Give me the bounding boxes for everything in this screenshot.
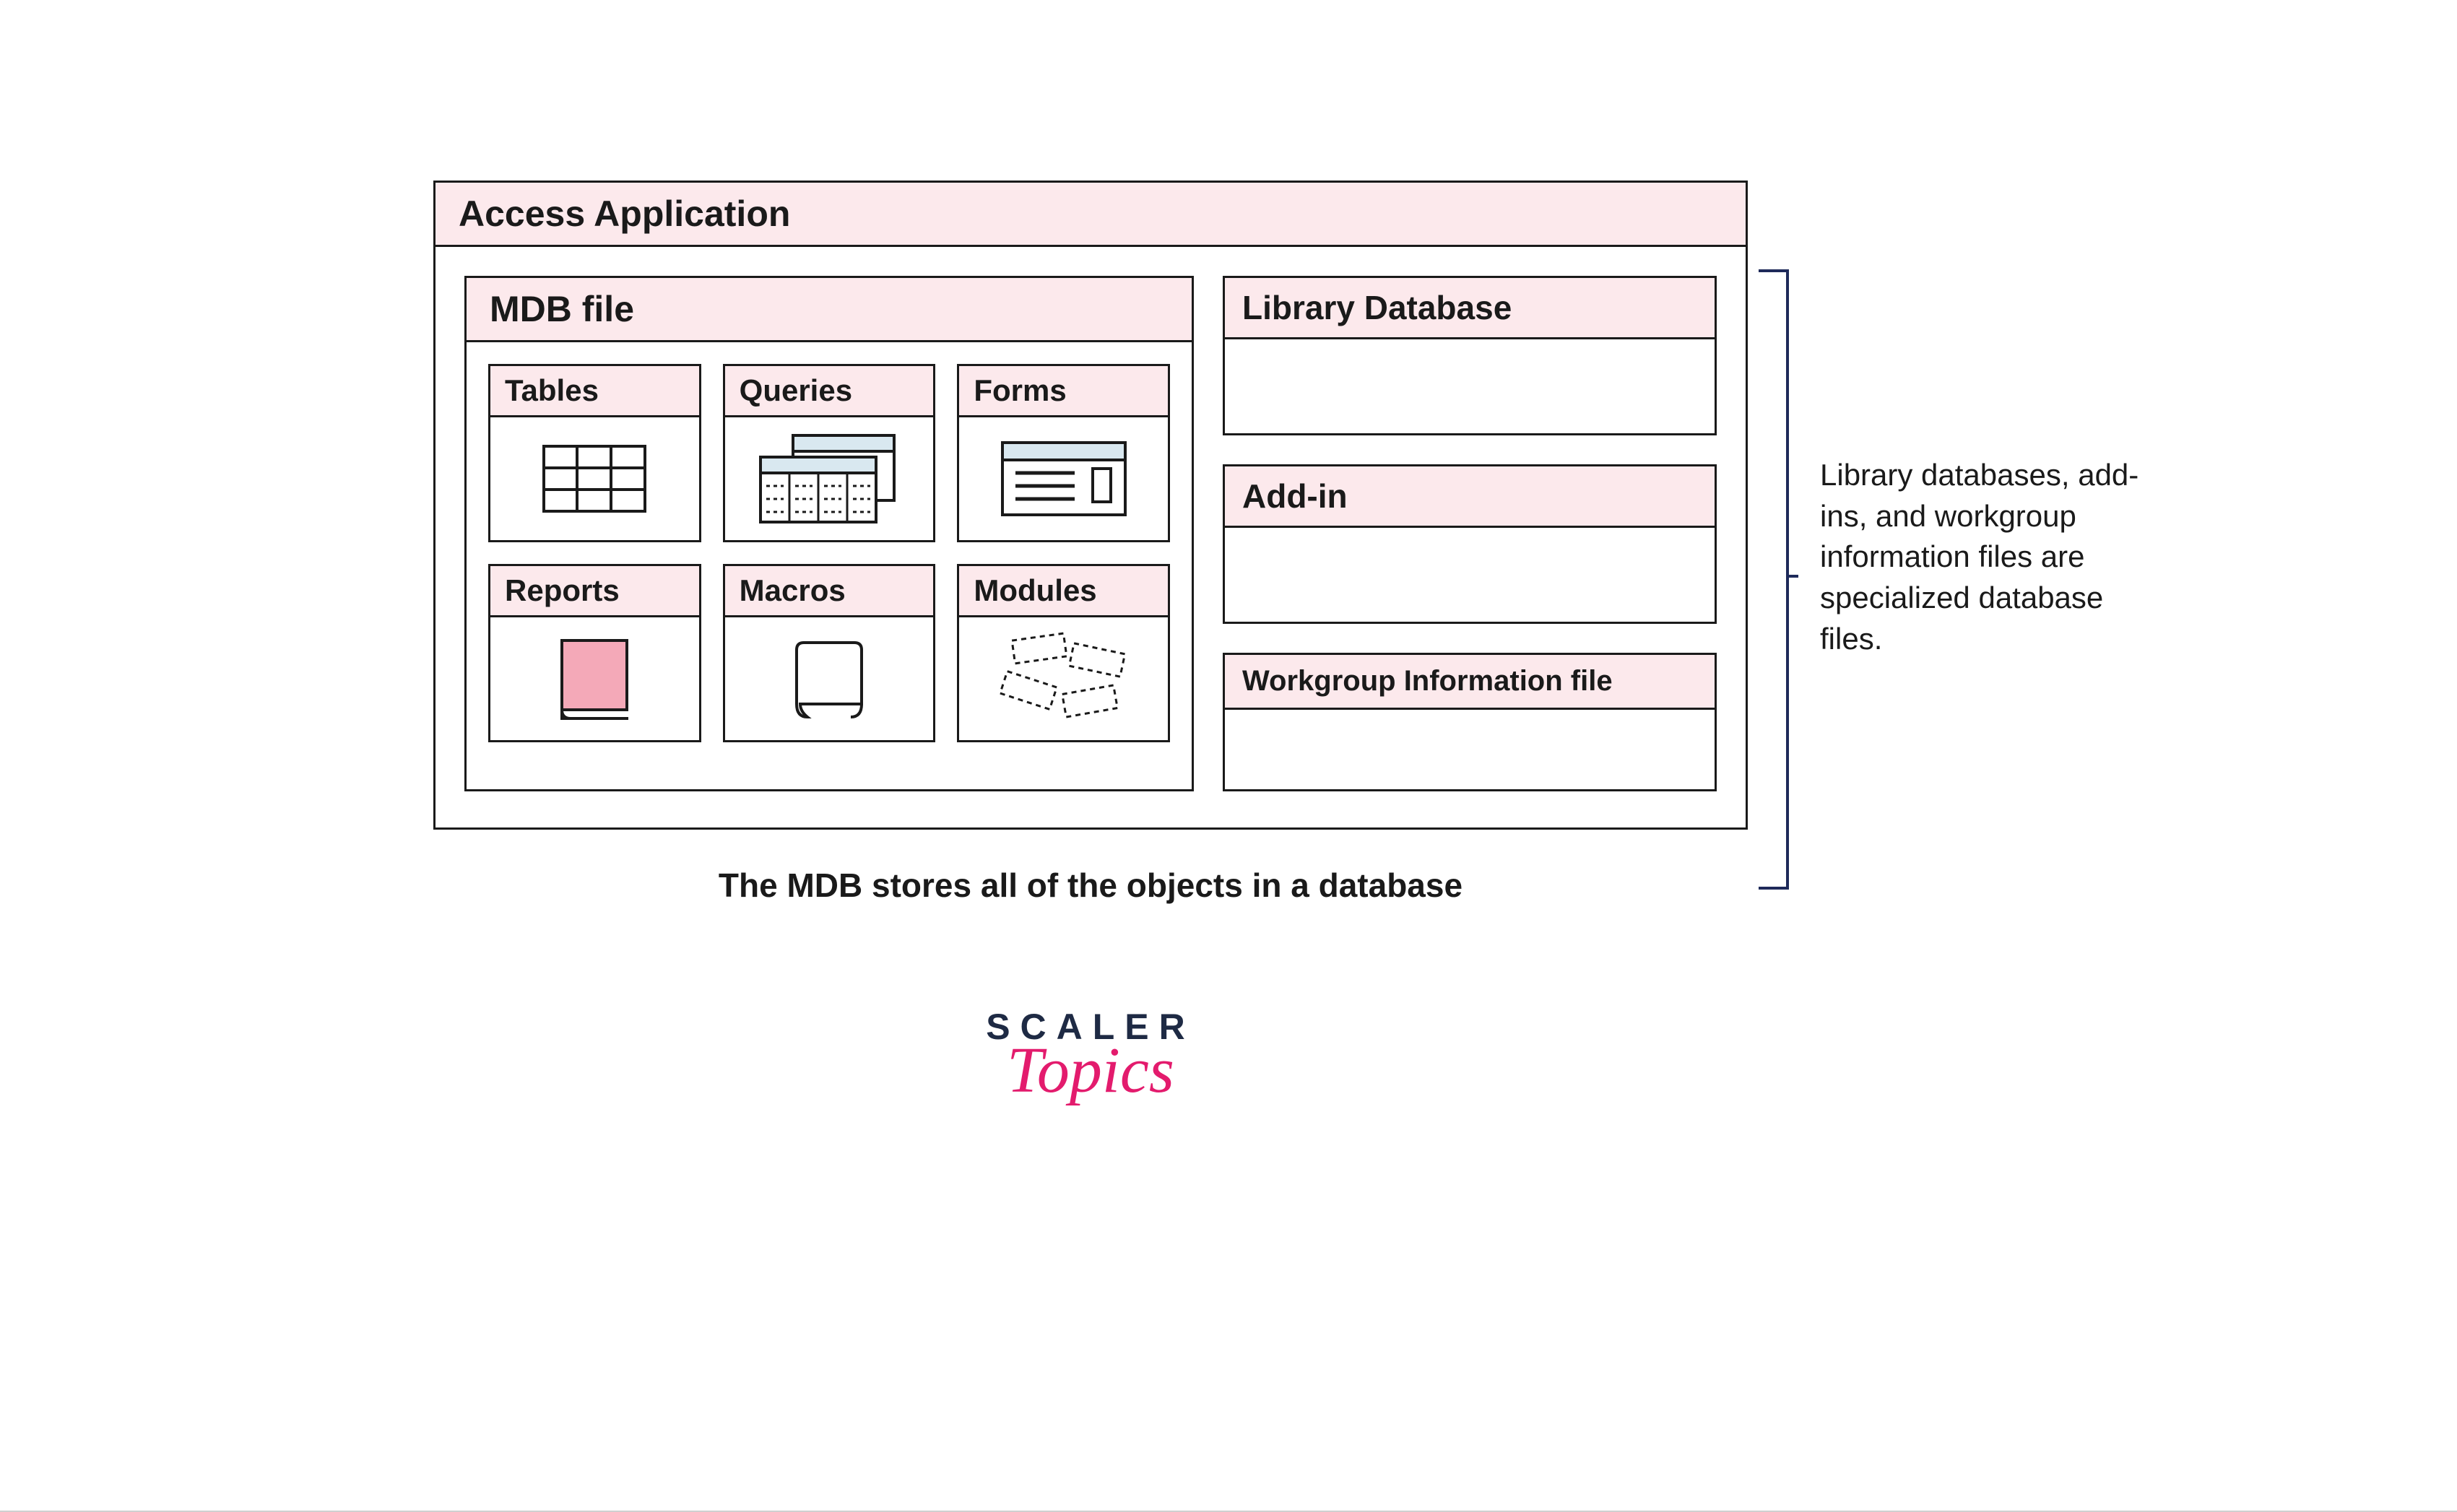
macros-label: Macros <box>725 566 934 617</box>
add-in-label: Add-in <box>1225 466 1715 528</box>
bracket-icon <box>1755 267 1798 892</box>
workgroup-info-box: Workgroup Information file <box>1223 653 1717 791</box>
reports-icon <box>490 617 699 740</box>
queries-icon <box>725 417 934 540</box>
queries-card: Queries <box>723 364 936 542</box>
modules-label: Modules <box>959 566 1168 617</box>
side-column: Library Database Add-in Workgroup Inform… <box>1223 276 1717 791</box>
tables-card: Tables <box>488 364 701 542</box>
add-in-body <box>1225 528 1715 622</box>
access-application-body: MDB file Tables <box>436 247 1746 827</box>
reports-label: Reports <box>490 566 699 617</box>
forms-icon <box>959 417 1168 540</box>
macros-card: Macros <box>723 564 936 742</box>
tables-icon <box>490 417 699 540</box>
mdb-file-header: MDB file <box>467 278 1192 342</box>
workgroup-info-body <box>1225 710 1715 789</box>
library-database-box: Library Database <box>1223 276 1717 435</box>
modules-card: Modules <box>957 564 1170 742</box>
scaler-topics-logo: SCALER Topics <box>433 1006 1748 1108</box>
forms-label: Forms <box>959 366 1168 417</box>
tables-label: Tables <box>490 366 699 417</box>
caption-text: The MDB stores all of the objects in a d… <box>433 866 1748 905</box>
library-database-label: Library Database <box>1225 278 1715 339</box>
modules-icon <box>959 617 1168 740</box>
add-in-box: Add-in <box>1223 464 1717 624</box>
mdb-file-box: MDB file Tables <box>464 276 1194 791</box>
annotation-text: Library databases, add-ins, and workgrou… <box>1820 455 2159 659</box>
queries-label: Queries <box>725 366 934 417</box>
workgroup-info-label: Workgroup Information file <box>1225 655 1715 710</box>
logo-topics-text: Topics <box>433 1033 1748 1108</box>
macros-icon <box>725 617 934 740</box>
access-application-box: Access Application MDB file Tables <box>433 181 1748 830</box>
forms-card: Forms <box>957 364 1170 542</box>
access-application-header: Access Application <box>436 183 1746 247</box>
mdb-object-grid: Tables Queries <box>467 342 1192 764</box>
reports-card: Reports <box>488 564 701 742</box>
library-database-body <box>1225 339 1715 433</box>
